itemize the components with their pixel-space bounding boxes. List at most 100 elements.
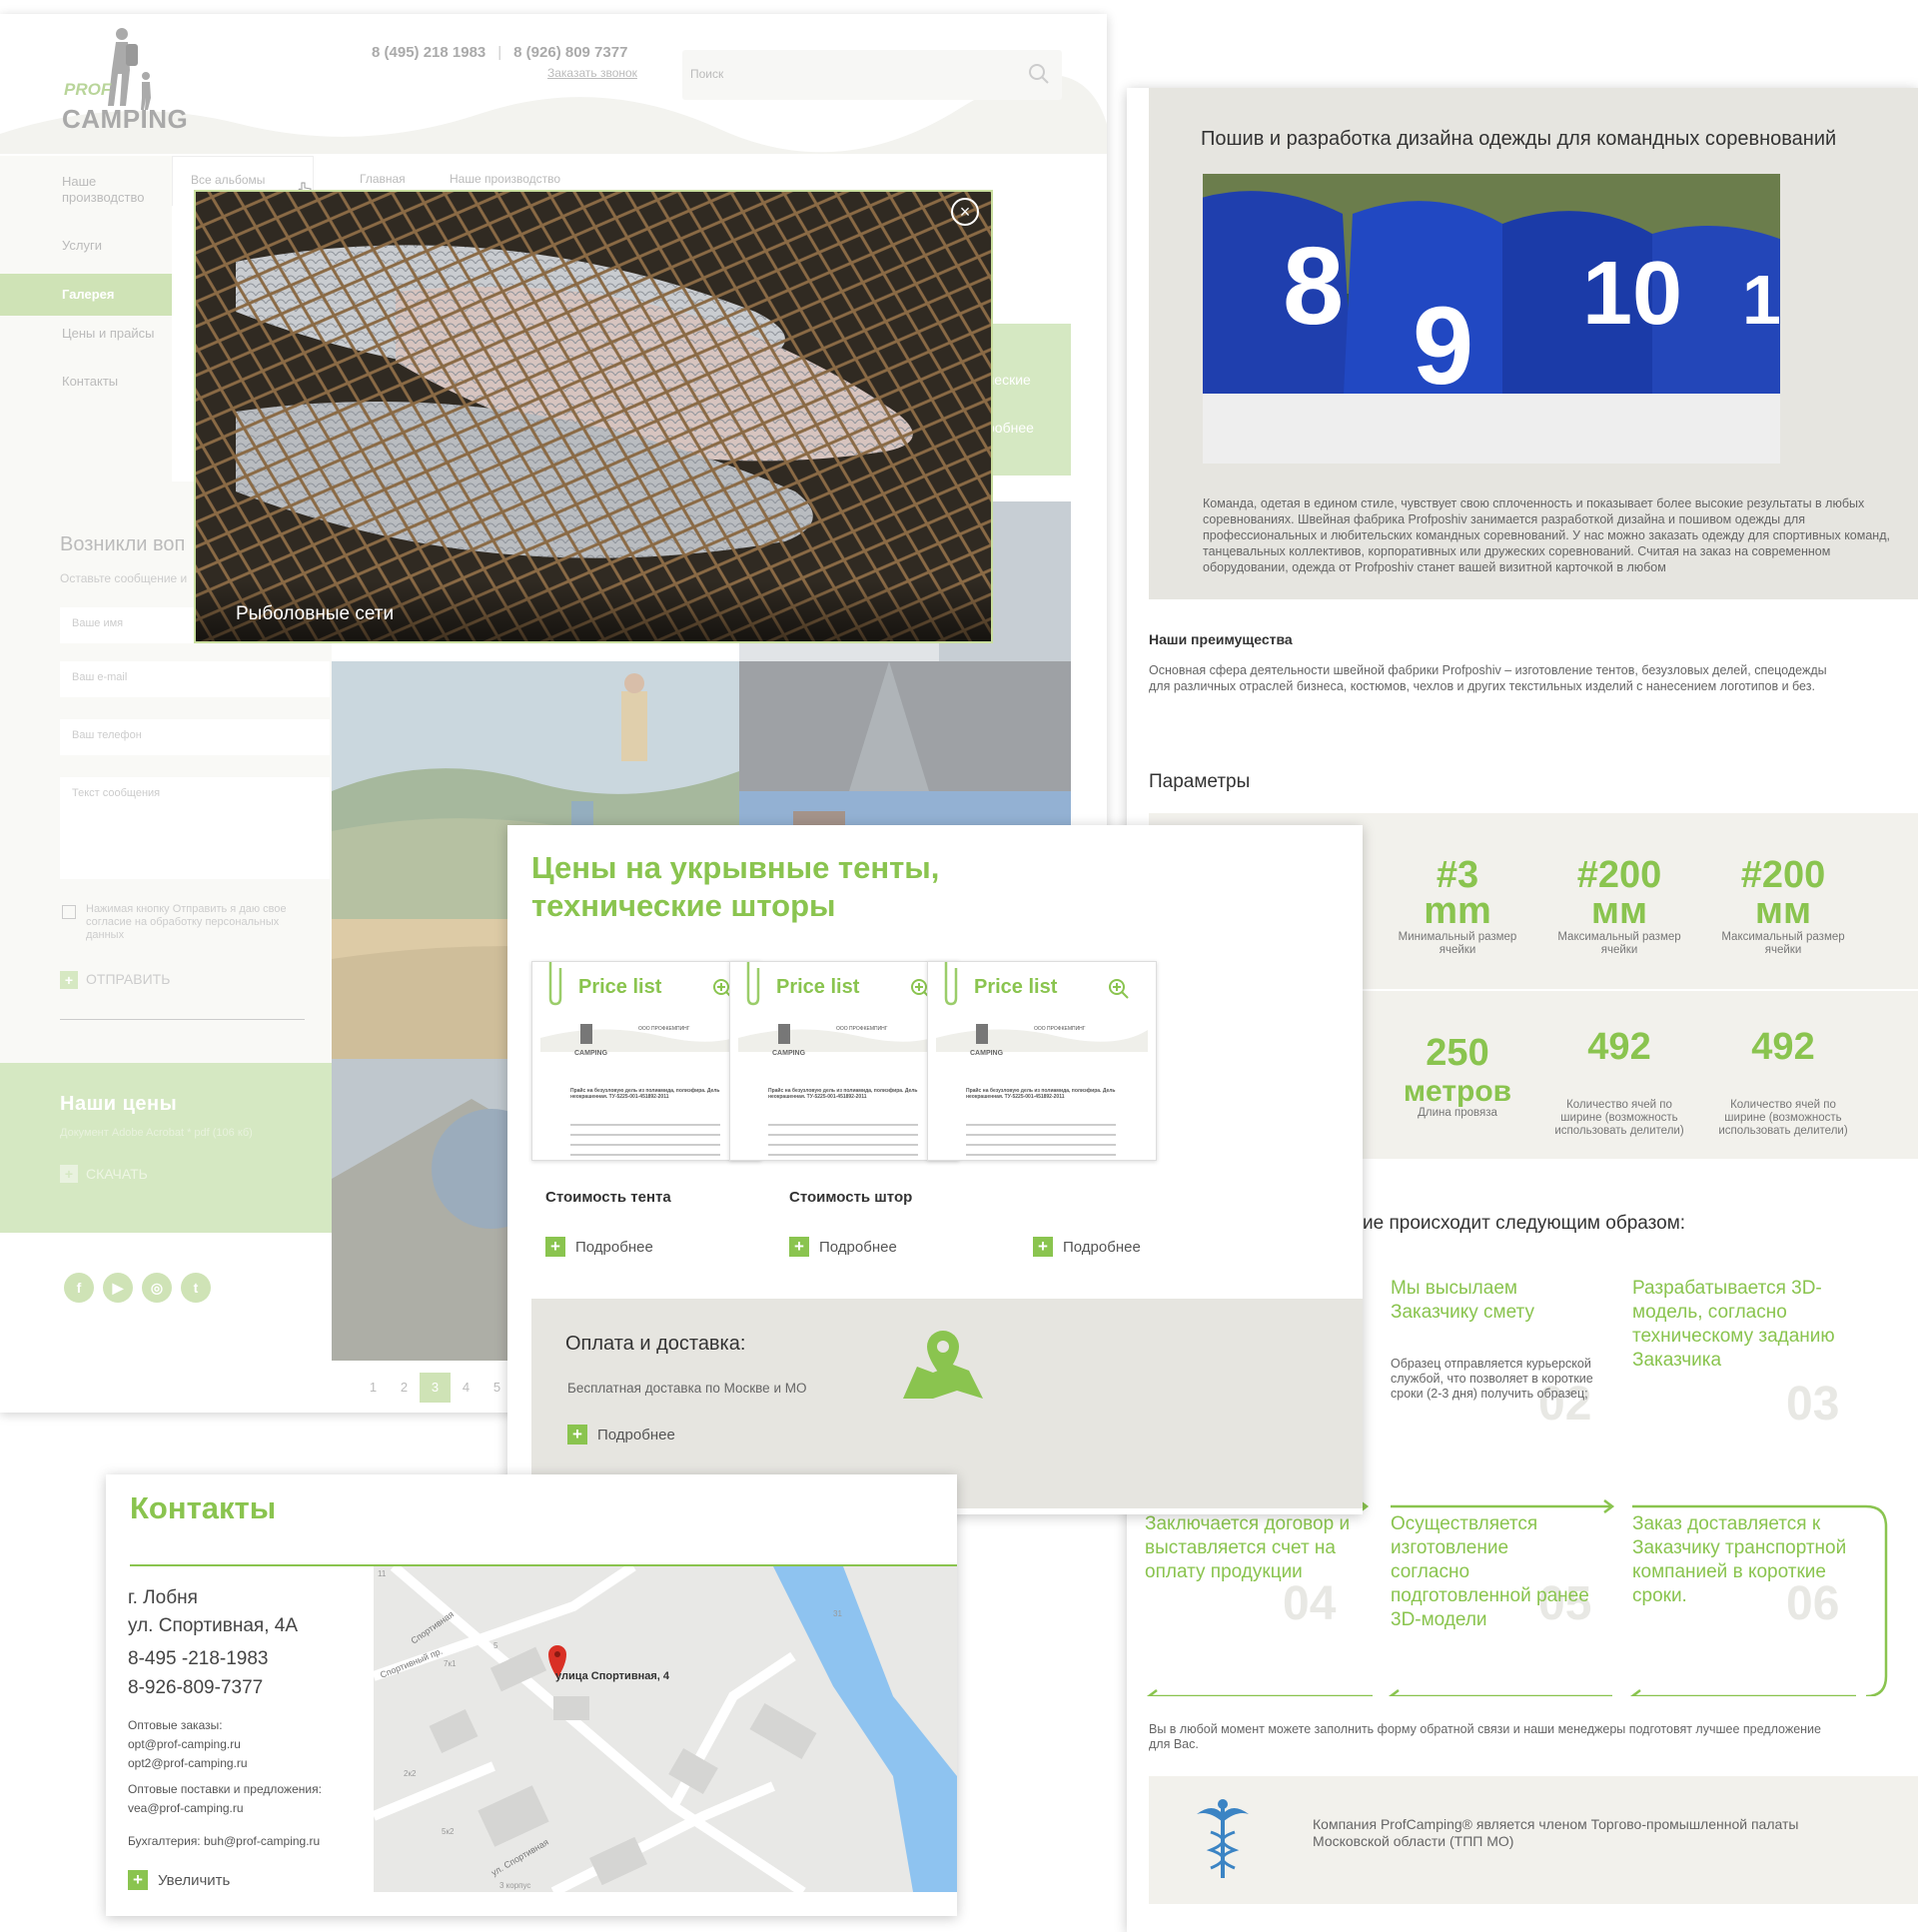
doc-heading: Прайс на безузловую дель из полиамида, п… xyxy=(966,1088,1116,1100)
footnote-text: Вы в любой момент можете заполнить форму… xyxy=(1149,1722,1821,1751)
advantages-heading: Наши преимущества xyxy=(1149,631,1293,647)
lightbox-caption: Рыболовные сети xyxy=(236,603,395,624)
price-card-title: Price list xyxy=(578,976,662,998)
zoom-in-icon[interactable] xyxy=(1108,978,1130,1000)
album-card-text: ческие xyxy=(987,372,1031,388)
lightbox-caption-bar: Рыболовные сети xyxy=(196,581,991,641)
payment-text: Бесплатная доставка по Москве и МО xyxy=(567,1381,807,1396)
sidebar-item-production[interactable]: Наше производство xyxy=(62,174,152,206)
callback-link[interactable]: Заказать звонок xyxy=(547,66,637,80)
more-label: Подробнее xyxy=(597,1426,675,1444)
price-card-title: Price list xyxy=(974,976,1058,998)
logo-camping-text: CAMPING xyxy=(62,104,189,134)
contacts-title: Контакты xyxy=(130,1490,277,1525)
close-icon[interactable]: × xyxy=(951,198,979,226)
plus-icon: + xyxy=(789,1237,809,1257)
email-link[interactable]: vea@prof-camping.ru xyxy=(128,1801,244,1815)
phone-2[interactable]: 8-926-809-7377 xyxy=(128,1677,263,1698)
caduceus-emblem-icon xyxy=(1197,1799,1249,1878)
doc-company: ООО ПРОФКЕМПИНГ xyxy=(836,1026,888,1032)
phone-separator: | xyxy=(497,44,502,61)
lightbox-image-fishing-net xyxy=(196,192,991,641)
search-icon[interactable] xyxy=(1028,63,1050,85)
map-building-label: 2к2 xyxy=(404,1769,417,1778)
page-2[interactable]: 2 xyxy=(389,1373,420,1403)
more-button[interactable]: + Подробнее xyxy=(789,1237,897,1257)
sidebar-item-contacts[interactable]: Контакты xyxy=(62,374,118,390)
page-3-active[interactable]: 3 xyxy=(420,1373,451,1403)
search-input[interactable]: Поиск xyxy=(682,50,1062,100)
download-button[interactable]: + СКАЧАТЬ xyxy=(60,1165,148,1183)
price-doc-preview: CAMPING ООО ПРОФКЕМПИНГ Прайс на безузло… xyxy=(738,1012,950,1160)
email-link[interactable]: opt@prof-camping.ru xyxy=(128,1737,241,1751)
more-button[interactable]: + Подробнее xyxy=(545,1237,653,1257)
membership-text: Компания ProfCamping® является членом То… xyxy=(1313,1816,1799,1849)
svg-text:9: 9 xyxy=(1413,285,1473,408)
phone-field[interactable]: Ваш телефон xyxy=(60,719,330,755)
plus-icon: + xyxy=(1033,1237,1053,1257)
plus-icon: + xyxy=(567,1425,587,1445)
youtube-icon[interactable]: ▶ xyxy=(103,1273,133,1303)
price-card-tent[interactable]: Price list CAMPING ООО ПРОФКЕМПИНГ Прайс… xyxy=(531,961,761,1161)
map-building-label: 11 xyxy=(378,1569,387,1578)
prices-page-panel: Цены на укрывные тенты, технические шторы… xyxy=(507,825,1363,1514)
social-links: f ▶ ◎ t xyxy=(64,1273,211,1303)
consent-checkbox-row[interactable]: Нажимая кнопку Отправить я даю свое согл… xyxy=(60,903,310,942)
sidebar-nav: Наше производство Услуги Галерея Цены и … xyxy=(0,156,172,495)
payment-more-button[interactable]: + Подробнее xyxy=(567,1425,675,1445)
phone-1[interactable]: 8-495 -218-1983 xyxy=(128,1648,269,1669)
price-card-third[interactable]: Price list CAMPING ООО ПРОФКЕМПИНГ Прайс… xyxy=(927,961,1157,1161)
map-pin-icon xyxy=(903,1331,983,1399)
payment-title: Оплата и доставка: xyxy=(565,1333,746,1355)
page-1[interactable]: 1 xyxy=(358,1373,389,1403)
params-heading: Параметры xyxy=(1149,771,1251,792)
more-button[interactable]: + Подробнее xyxy=(1033,1237,1141,1257)
prices-file-info: Документ Adobe Acrobat * pdf (106 кб) xyxy=(60,1127,253,1139)
step-text: Мы высылаем Заказчику смету xyxy=(1391,1278,1534,1323)
facebook-icon[interactable]: f xyxy=(64,1273,94,1303)
card-label-tent: Стоимость тента xyxy=(545,1189,671,1206)
tab-production[interactable]: Наше производство xyxy=(450,172,560,186)
sidebar-item-prices[interactable]: Цены и прайсы xyxy=(62,326,154,342)
location-map[interactable]: Спортивная Спортивный пр. ул. Спортивная… xyxy=(374,1566,957,1892)
download-label: СКАЧАТЬ xyxy=(86,1166,148,1182)
step-number: 03 xyxy=(1786,1378,1840,1431)
phone-2[interactable]: 8 (926) 809 7377 xyxy=(513,44,627,61)
price-card-curtains[interactable]: Price list CAMPING ООО ПРОФКЕМПИНГ Прайс… xyxy=(729,961,959,1161)
twitter-icon[interactable]: t xyxy=(181,1273,211,1303)
album-card-more: робнее xyxy=(987,420,1034,436)
gallery-photo-jacket[interactable] xyxy=(739,661,1071,791)
price-card-title: Price list xyxy=(776,976,860,998)
sidebar-item-services[interactable]: Услуги xyxy=(62,238,102,254)
doc-company: ООО ПРОФКЕМПИНГ xyxy=(1034,1026,1086,1032)
phone-1[interactable]: 8 (495) 218 1983 xyxy=(372,44,485,61)
tab-home[interactable]: Главная xyxy=(360,172,406,186)
prices-page-title: Цены на укрывные тенты, технические шторы xyxy=(531,850,940,923)
param-value: 492 xyxy=(1751,1026,1815,1068)
plus-icon: + xyxy=(128,1870,148,1890)
address: г. Лобня ул. Спортивная, 4А xyxy=(128,1587,299,1636)
instagram-icon[interactable]: ◎ xyxy=(142,1273,172,1303)
zoom-map-button[interactable]: + Увеличить xyxy=(128,1870,230,1890)
doc-heading: Прайс на безузловую дель из полиамида, п… xyxy=(570,1088,720,1100)
submit-button[interactable]: + ОТПРАВИТЬ xyxy=(60,971,170,990)
album-card-highlight[interactable]: ческие робнее xyxy=(987,324,1071,476)
step-note: Образец отправляется курьерской службой,… xyxy=(1391,1357,1593,1401)
email-field[interactable]: Ваш e-mail xyxy=(60,661,330,697)
param-label: Количество ячей по ширине (возможность и… xyxy=(1554,1099,1684,1137)
more-label: Подробнее xyxy=(819,1238,897,1256)
message-field[interactable]: Текст сообщения xyxy=(60,777,330,879)
param-label: Максимальный размер ячейки xyxy=(1557,931,1681,956)
page-4[interactable]: 4 xyxy=(451,1373,481,1403)
email-link[interactable]: opt2@prof-camping.ru xyxy=(128,1756,248,1770)
page-title: Пошив и разработка дизайна одежды для ко… xyxy=(1201,128,1837,150)
price-doc-lines xyxy=(738,1024,950,1156)
prices-download-block: Наши цены Документ Adobe Acrobat * pdf (… xyxy=(0,1063,332,1233)
hiker-logo-icon xyxy=(108,28,151,110)
consent-checkbox[interactable] xyxy=(62,905,76,919)
accounting-contact: Бухгалтерия: buh@prof-camping.ru xyxy=(128,1834,321,1848)
site-logo[interactable]: PROF CAMPING xyxy=(60,22,188,142)
sidebar-item-gallery[interactable]: Галерея xyxy=(0,274,172,316)
param-label: Минимальный размер ячейки xyxy=(1398,931,1517,956)
price-doc-preview: CAMPING ООО ПРОФКЕМПИНГ Прайс на безузло… xyxy=(936,1012,1148,1160)
